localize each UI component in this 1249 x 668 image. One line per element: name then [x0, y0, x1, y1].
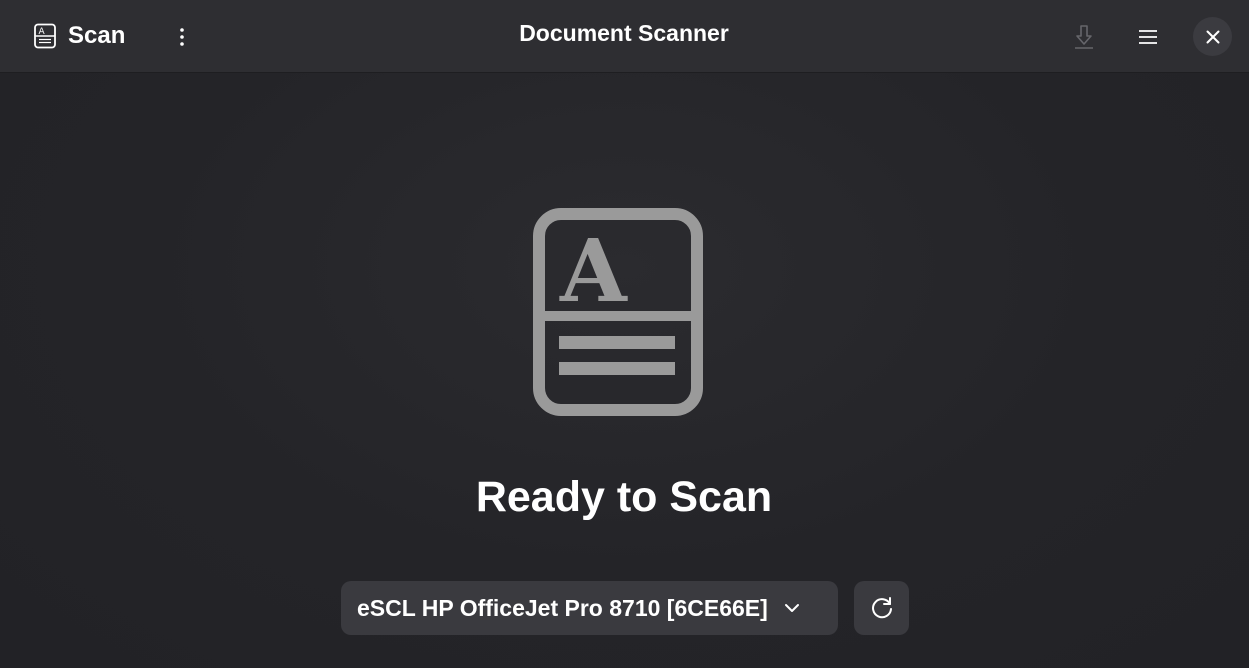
scanner-window: A Scan Document Scanner A Ready to Scan …: [0, 0, 1249, 668]
refresh-devices-button[interactable]: [854, 581, 909, 635]
device-controls: eSCL HP OfficeJet Pro 8710 [6CE66E]: [341, 581, 909, 635]
download-icon: [1075, 25, 1093, 49]
window-title: Document Scanner: [519, 20, 729, 46]
main-menu-button[interactable]: [1128, 17, 1168, 57]
document-icon: A: [533, 208, 703, 416]
scanner-device-dropdown[interactable]: eSCL HP OfficeJet Pro 8710 [6CE66E]: [341, 581, 838, 635]
refresh-icon: [871, 597, 892, 619]
close-icon: [1206, 30, 1219, 43]
more-options-button[interactable]: [162, 18, 202, 56]
vertical-dots-icon: [180, 28, 184, 46]
header-bar: A Scan Document Scanner: [0, 0, 1249, 73]
chevron-down-icon: [784, 604, 799, 612]
status-title: Ready to Scan: [475, 473, 773, 521]
hamburger-menu-icon: [1139, 30, 1157, 44]
svg-text:A: A: [559, 221, 628, 322]
document-scan-icon: A: [34, 23, 56, 49]
save-button[interactable]: [1064, 17, 1104, 57]
app-menu-button[interactable]: A Scan: [24, 14, 133, 58]
close-button[interactable]: [1193, 17, 1232, 56]
app-label: Scan: [68, 22, 126, 49]
status-page: A Ready to Scan eSCL HP OfficeJet Pro 87…: [0, 73, 1249, 668]
selected-device: eSCL HP OfficeJet Pro 8710 [6CE66E]: [357, 594, 768, 621]
